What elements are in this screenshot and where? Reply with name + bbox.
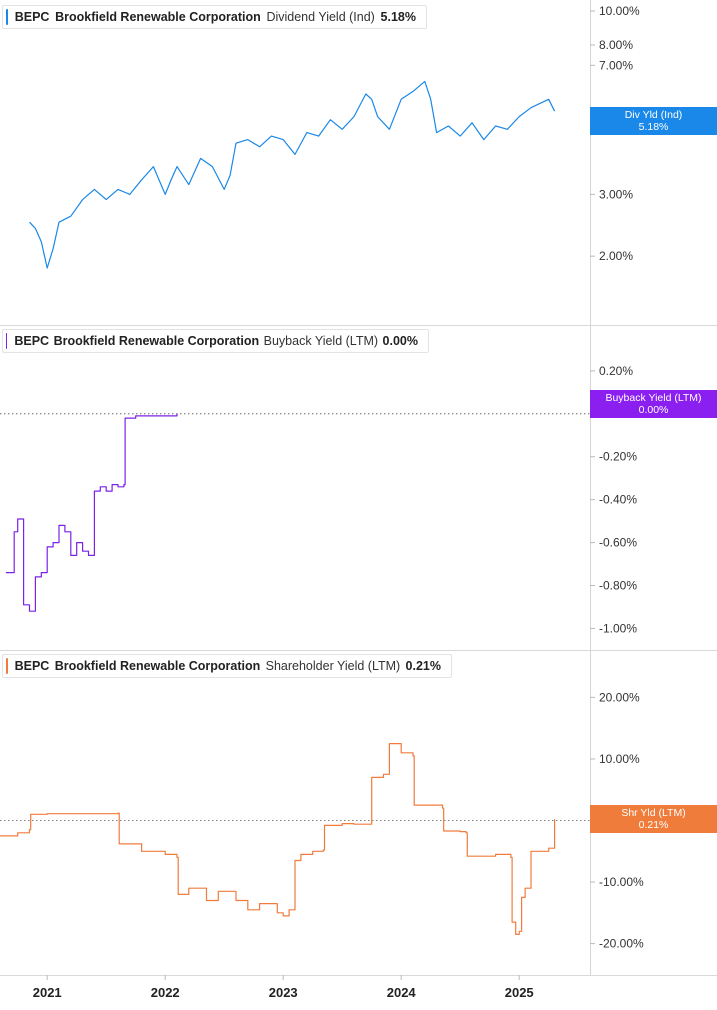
legend-buyback-swatch [6, 333, 8, 349]
chart-svg: 10.00%8.00%7.00%5.00%3.00%2.00%0.20%-0.2… [0, 0, 717, 1000]
legend-dividend-company: Brookfield Renewable Corporation [55, 10, 261, 24]
legend-buyback-yield: BEPC Brookfield Renewable Corporation Bu… [2, 329, 429, 353]
x-tick-label: 2022 [151, 985, 180, 1000]
legend-dividend-value: 5.18% [380, 10, 416, 24]
badge-dividend-yield: Div Yld (Ind) 5.18% [590, 107, 717, 135]
legend-shareholder-metric: Shareholder Yield (LTM) [265, 659, 401, 673]
dividend-ytick-label: 2.00% [599, 249, 633, 263]
x-tick-label: 2025 [505, 985, 534, 1000]
shareholder-series-line [0, 743, 556, 935]
shareholder-ytick-label: 10.00% [599, 752, 640, 766]
legend-shareholder-swatch [6, 658, 8, 674]
legend-buyback-metric: Buyback Yield (LTM) [263, 334, 379, 348]
dividend-ytick-label: 7.00% [599, 58, 633, 72]
badge-buyback-yield: Buyback Yield (LTM) 0.00% [590, 390, 717, 418]
legend-dividend-swatch [6, 9, 8, 25]
buyback-ytick-label: -0.80% [599, 578, 637, 592]
legend-shareholder-company: Brookfield Renewable Corporation [54, 659, 261, 673]
badge-buyback-label: Buyback Yield (LTM) [605, 392, 702, 404]
shareholder-ytick-label: -20.00% [599, 937, 644, 951]
buyback-series-line [5, 413, 178, 612]
legend-shareholder-yield: BEPC Brookfield Renewable Corporation Sh… [2, 654, 452, 678]
buyback-ytick-label: -1.00% [599, 621, 637, 635]
badge-shareholder-value: 0.21% [638, 819, 669, 831]
buyback-ytick-label: -0.20% [599, 450, 637, 464]
x-tick-label: 2021 [33, 985, 62, 1000]
x-tick-label: 2024 [387, 985, 417, 1000]
legend-dividend-ticker: BEPC [14, 10, 50, 24]
legend-buyback-value: 0.00% [382, 334, 418, 348]
legend-shareholder-value: 0.21% [405, 659, 441, 673]
buyback-ytick-label: -0.60% [599, 536, 637, 550]
dividend-ytick-label: 10.00% [599, 4, 640, 18]
badge-dividend-value: 5.18% [638, 121, 669, 133]
legend-buyback-ticker: BEPC [14, 334, 50, 348]
dividend-ytick-label: 8.00% [599, 38, 633, 52]
badge-shareholder-label: Shr Yld (LTM) [621, 807, 686, 819]
shareholder-ytick-label: -10.00% [599, 875, 644, 889]
buyback-ytick-label: -0.40% [599, 493, 637, 507]
chart-stage: 10.00%8.00%7.00%5.00%3.00%2.00%0.20%-0.2… [0, 0, 717, 1005]
shareholder-ytick-label: 20.00% [599, 690, 640, 704]
legend-dividend-metric: Dividend Yield (Ind) [266, 10, 375, 24]
legend-dividend-yield: BEPC Brookfield Renewable Corporation Di… [2, 5, 427, 29]
dividend-series-line [29, 80, 556, 269]
buyback-ytick-label: 0.20% [599, 364, 633, 378]
dividend-ytick-label: 3.00% [599, 187, 633, 201]
badge-buyback-value: 0.00% [638, 404, 669, 416]
badge-dividend-label: Div Yld (Ind) [624, 109, 683, 121]
legend-shareholder-ticker: BEPC [14, 659, 50, 673]
badge-shareholder-yield: Shr Yld (LTM) 0.21% [590, 805, 717, 833]
legend-buyback-company: Brookfield Renewable Corporation [53, 334, 260, 348]
x-tick-label: 2023 [269, 985, 298, 1000]
